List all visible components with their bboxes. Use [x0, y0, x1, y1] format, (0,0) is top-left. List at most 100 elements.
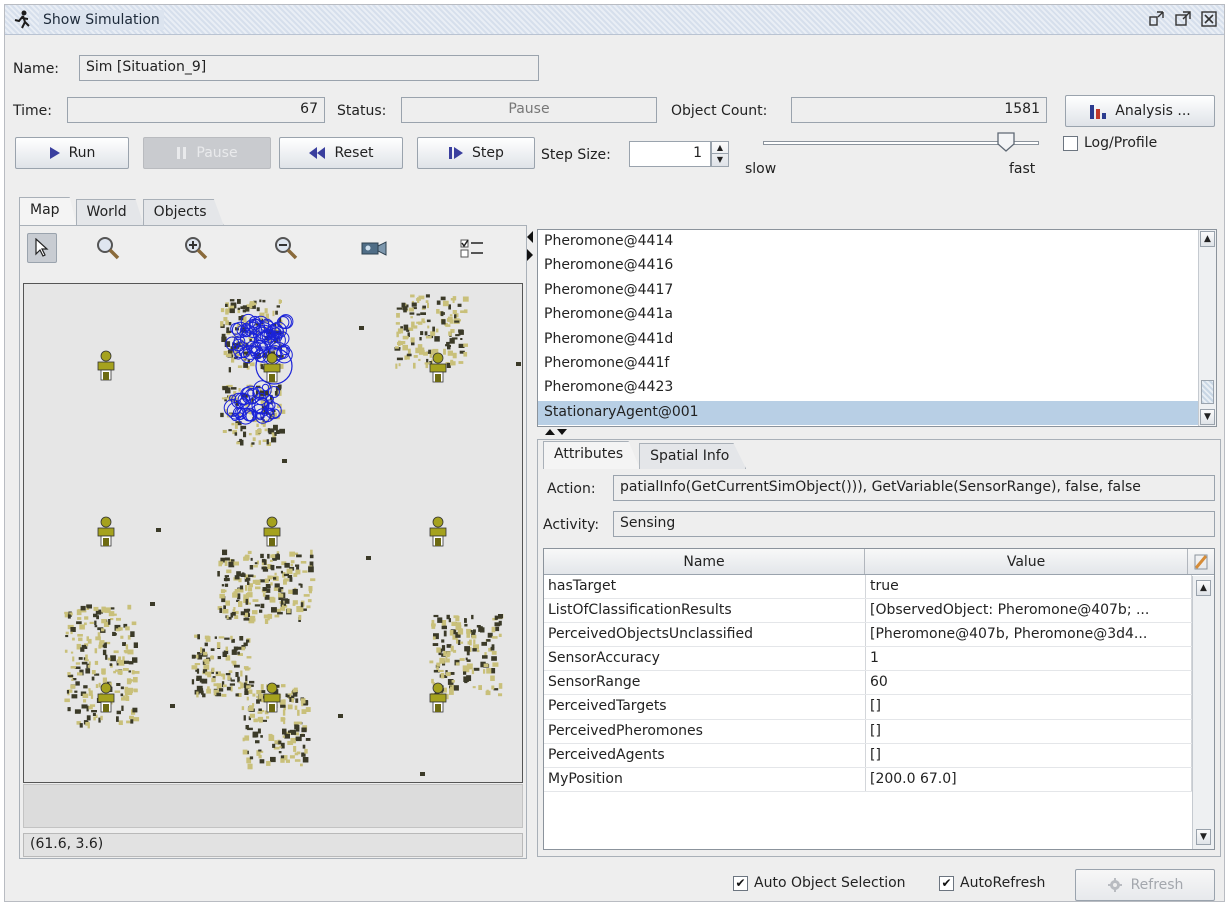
table-row[interactable]: PerceivedObjectsUnclassified [Pheromone@4…	[544, 623, 1214, 648]
object-cluster[interactable]	[217, 549, 316, 624]
pointer-icon[interactable]	[27, 233, 57, 263]
run-button[interactable]: Run	[15, 137, 129, 169]
tab-map[interactable]: Map	[19, 197, 77, 225]
map-coordinates: (61.6, 3.6)	[23, 833, 523, 857]
log-profile-box[interactable]	[1063, 135, 1078, 151]
step-label: Step	[472, 145, 504, 161]
list-item[interactable]: Pheromone@4423	[538, 376, 1216, 400]
zoom-out-icon[interactable]	[271, 233, 301, 263]
list-item[interactable]: Pheromone@4416	[538, 254, 1216, 278]
table-row[interactable]: SensorAccuracy 1	[544, 647, 1214, 672]
stray-object[interactable]	[420, 772, 425, 776]
object-count-field: 1581	[791, 97, 1047, 123]
map-canvas[interactable]	[23, 283, 523, 783]
tab-spatial-info[interactable]: Spatial Info	[639, 443, 747, 469]
table-row[interactable]: MyPosition [200.0 67.0]	[544, 767, 1214, 792]
tab-world[interactable]: World	[75, 199, 144, 225]
stray-object[interactable]	[498, 614, 503, 618]
agent-icon[interactable]	[97, 516, 115, 547]
stray-object[interactable]	[170, 704, 175, 708]
activity-label: Activity:	[543, 517, 600, 533]
object-cluster[interactable]	[394, 294, 469, 369]
stray-object[interactable]	[338, 714, 343, 718]
zoom-icon[interactable]	[93, 233, 123, 263]
name-label: Name:	[13, 61, 60, 77]
table-scroll-down-icon[interactable]: ▼	[1196, 829, 1211, 845]
analysis-button[interactable]: Analysis ...	[1065, 95, 1215, 127]
detail-tabs: Attributes Spatial Info	[543, 441, 747, 469]
auto-object-selection-checkbox[interactable]: ✔ Auto Object Selection	[733, 875, 906, 891]
agent-icon[interactable]	[429, 352, 447, 383]
step-size-input[interactable]: 1	[629, 141, 711, 167]
column-header-name[interactable]: Name	[544, 549, 866, 574]
list-item[interactable]: Pheromone@4414	[538, 230, 1216, 254]
simulation-window: Show Simulation Name: Sim [Situation_9] …	[4, 4, 1225, 902]
list-item[interactable]: Pheromone@441d	[538, 328, 1216, 352]
agent-icon[interactable]	[97, 350, 115, 381]
auto-object-selection-box[interactable]: ✔	[733, 875, 748, 891]
row-value-cell: []	[866, 719, 1192, 743]
scroll-thumb[interactable]	[1201, 380, 1214, 404]
refresh-button[interactable]: Refresh	[1075, 869, 1215, 901]
list-item[interactable]: Pheromone@441a	[538, 303, 1216, 327]
row-name-cell: PerceivedAgents	[544, 743, 866, 767]
reset-label: Reset	[334, 145, 374, 161]
action-label: Action:	[547, 481, 596, 497]
stray-object[interactable]	[150, 602, 155, 606]
attributes-table[interactable]: Name Value hasTarget true ListOfClassifica…	[543, 548, 1215, 850]
stray-object[interactable]	[516, 362, 521, 366]
table-scroll-up-icon[interactable]: ▲	[1196, 580, 1211, 596]
speed-slider-thumb[interactable]	[996, 131, 1016, 153]
analysis-label: Analysis ...	[1115, 103, 1191, 119]
object-list[interactable]: Pheromone@4414 Pheromone@4416 Pheromone@44…	[537, 229, 1217, 427]
layers-toggle-icon[interactable]	[457, 233, 487, 263]
log-profile-label: Log/Profile	[1084, 135, 1158, 151]
table-row[interactable]: SensorRange 60	[544, 671, 1214, 696]
splitter-arrows-icon[interactable]	[525, 229, 535, 263]
status-label: Status:	[337, 103, 387, 119]
zoom-in-icon[interactable]	[181, 233, 211, 263]
scroll-up-icon[interactable]: ▲	[1200, 231, 1215, 247]
close-icon[interactable]	[1200, 10, 1218, 28]
row-value-cell: [Pheromone@407b, Pheromone@3d4...	[866, 623, 1192, 647]
object-cluster[interactable]	[191, 634, 255, 698]
object-list-scrollbar[interactable]: ▲ ▼	[1198, 230, 1216, 426]
step-size-spinner[interactable]: ▲ ▼	[711, 141, 729, 167]
list-item[interactable]: Pheromone@4417	[538, 279, 1216, 303]
column-header-value[interactable]: Value	[865, 549, 1189, 574]
table-row[interactable]: PerceivedPheromones[]	[544, 719, 1214, 744]
stray-object[interactable]	[359, 326, 364, 330]
step-button[interactable]: Step	[417, 137, 535, 169]
agent-icon[interactable]	[429, 516, 447, 547]
table-scrollbar[interactable]: ▲ ▼	[1192, 576, 1214, 849]
minimize-icon[interactable]	[1148, 10, 1166, 28]
agent-icon[interactable]	[263, 516, 281, 547]
row-name-cell: SensorAccuracy	[544, 647, 866, 671]
table-row[interactable]: PerceivedAgents[]	[544, 743, 1214, 768]
spinner-up-icon[interactable]: ▲	[712, 142, 728, 154]
spinner-down-icon[interactable]: ▼	[712, 154, 728, 166]
column-config-icon[interactable]	[1188, 549, 1214, 574]
row-name-cell: hasTarget	[544, 575, 866, 599]
stray-object[interactable]	[156, 528, 161, 532]
log-profile-checkbox[interactable]: Log/Profile	[1063, 135, 1157, 151]
stray-object[interactable]	[282, 459, 287, 463]
list-item[interactable]: Pheromone@441f	[538, 352, 1216, 376]
stray-object[interactable]	[366, 556, 371, 560]
maximize-icon[interactable]	[1174, 10, 1192, 28]
camera-icon[interactable]	[359, 233, 389, 263]
tab-objects[interactable]: Objects	[142, 199, 224, 225]
time-field: 67	[67, 97, 325, 123]
list-item[interactable]: StationaryAgent@001	[538, 400, 1216, 426]
auto-refresh-checkbox[interactable]: ✔ AutoRefresh	[939, 875, 1045, 891]
tab-attributes[interactable]: Attributes	[543, 441, 641, 469]
reset-button[interactable]: Reset	[279, 137, 403, 169]
scroll-down-icon[interactable]: ▼	[1200, 409, 1215, 425]
table-row[interactable]: ListOfClassificationResults [ObservedObje…	[544, 599, 1214, 624]
auto-refresh-label: AutoRefresh	[960, 875, 1046, 891]
pause-button[interactable]: Pause	[143, 137, 271, 169]
divider-arrows-icon[interactable]	[543, 427, 569, 437]
table-row[interactable]: PerceivedTargets[]	[544, 695, 1214, 720]
table-row[interactable]: hasTarget true	[544, 575, 1214, 600]
auto-refresh-box[interactable]: ✔	[939, 875, 954, 891]
